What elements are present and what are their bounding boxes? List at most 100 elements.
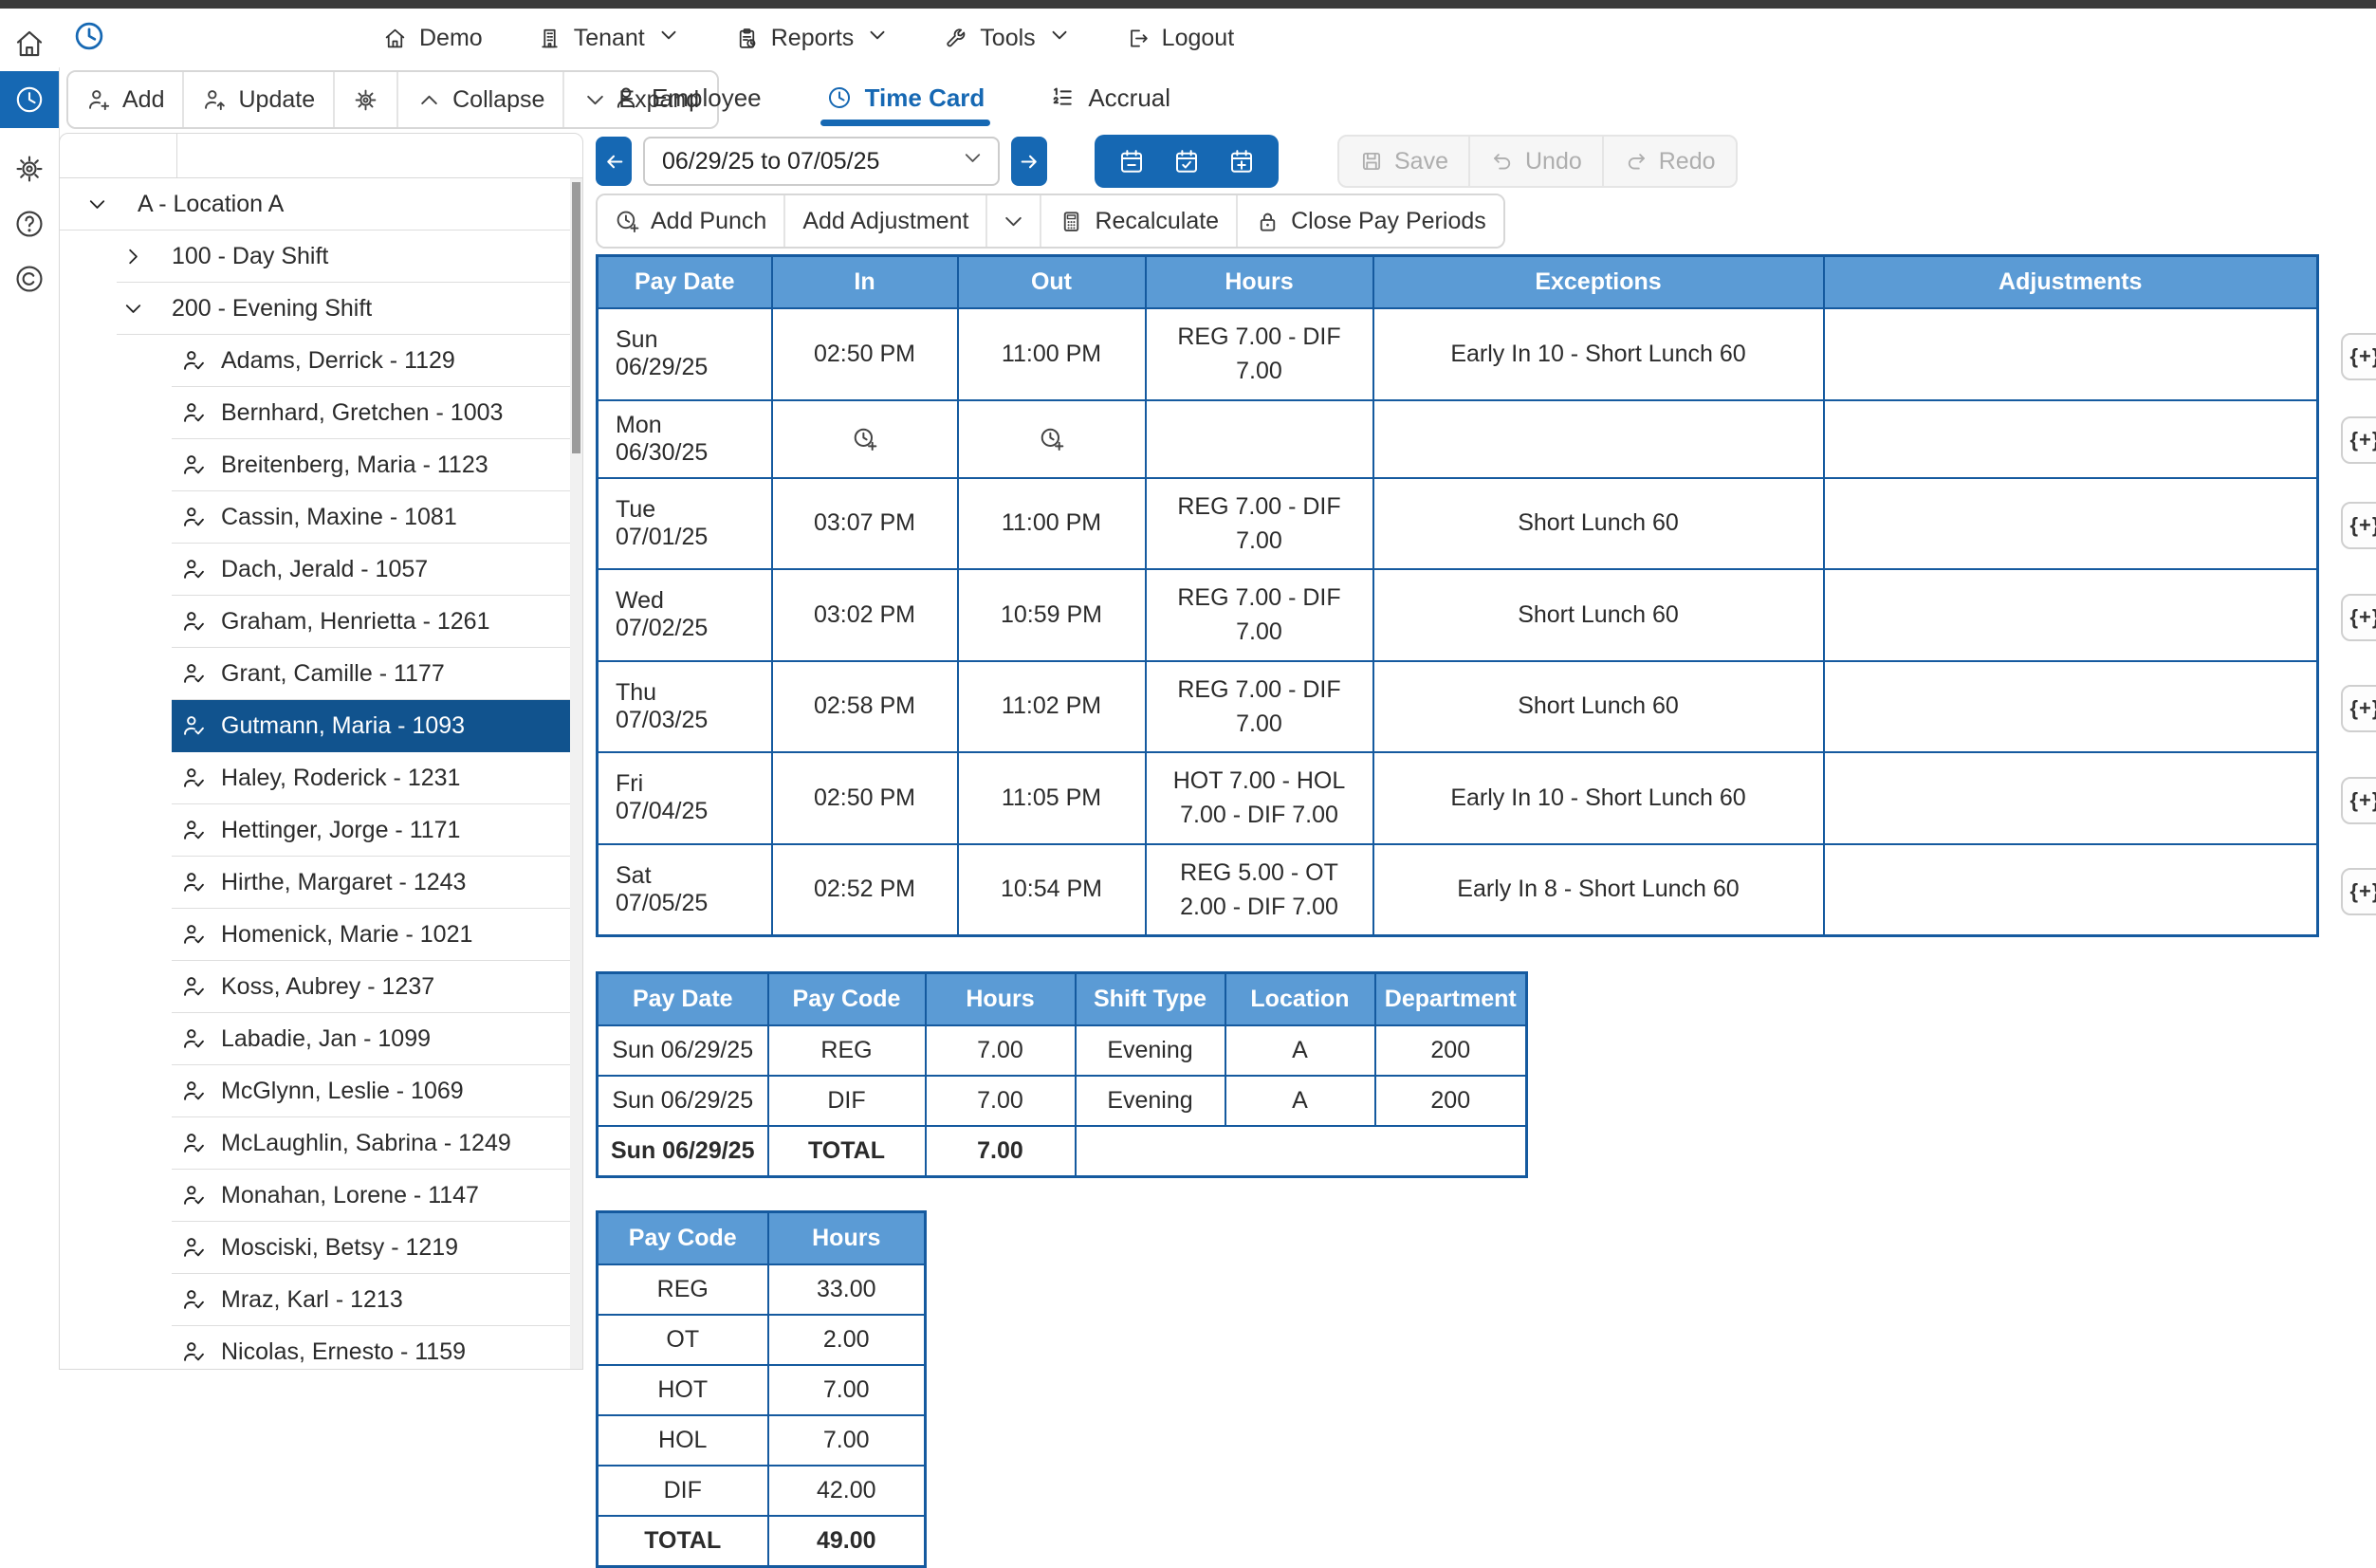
employee-item[interactable]: Gutmann, Maria - 1093 bbox=[172, 700, 570, 752]
redo-button[interactable]: Redo bbox=[1604, 137, 1736, 186]
rail-settings-button[interactable] bbox=[0, 141, 59, 196]
add-row-adjustment-button[interactable]: {+} bbox=[2341, 868, 2376, 915]
employee-item[interactable]: Graham, Henrietta - 1261 bbox=[172, 596, 570, 648]
tree-node-evening-shift[interactable]: 200 - Evening Shift bbox=[117, 283, 570, 335]
in-punch-cell[interactable]: 03:02 PM bbox=[772, 569, 958, 661]
rail-about-button[interactable] bbox=[0, 251, 59, 306]
chevron-right-icon[interactable] bbox=[117, 245, 149, 268]
in-punch-cell[interactable] bbox=[772, 400, 958, 478]
employee-item[interactable]: Hettinger, Jorge - 1171 bbox=[172, 804, 570, 857]
add-punch-icon-wrap[interactable] bbox=[1039, 425, 1065, 452]
add-row-adjustment-button[interactable]: {+} bbox=[2341, 594, 2376, 641]
close-pay-periods-button[interactable]: Close Pay Periods bbox=[1238, 195, 1503, 247]
employee-item[interactable]: Monahan, Lorene - 1147 bbox=[172, 1170, 570, 1222]
employee-item[interactable]: Nicolas, Ernesto - 1159 bbox=[172, 1326, 570, 1369]
employee-item[interactable]: Hirthe, Margaret - 1243 bbox=[172, 857, 570, 909]
in-punch-cell[interactable]: 02:50 PM bbox=[772, 752, 958, 844]
employee-item[interactable]: Cassin, Maxine - 1081 bbox=[172, 491, 570, 544]
day-detail-row[interactable]: Sun 06/29/25REG7.00EveningA200 bbox=[598, 1025, 1527, 1076]
calendar-check-icon[interactable] bbox=[1172, 147, 1201, 175]
employee-item[interactable]: Labadie, Jan - 1099 bbox=[172, 1013, 570, 1065]
employee-item[interactable]: Mosciski, Betsy - 1219 bbox=[172, 1222, 570, 1274]
summary-row[interactable]: REG33.00 bbox=[598, 1264, 926, 1315]
tree-scrollbar[interactable] bbox=[570, 178, 582, 1369]
summary-row[interactable]: HOT7.00 bbox=[598, 1365, 926, 1415]
in-punch-cell[interactable]: 02:58 PM bbox=[772, 661, 958, 753]
employee-item[interactable]: Bernhard, Gretchen - 1003 bbox=[172, 387, 570, 439]
timecard-row[interactable]: Tue07/01/2503:07 PM11:00 PMREG 7.00 - DI… bbox=[598, 478, 2318, 570]
employee-item[interactable]: Dach, Jerald - 1057 bbox=[172, 544, 570, 596]
employee-item[interactable]: McLaughlin, Sabrina - 1249 bbox=[172, 1117, 570, 1170]
undo-button[interactable]: Undo bbox=[1470, 137, 1604, 186]
nav-item-tools[interactable]: Tools bbox=[944, 24, 1070, 53]
tab-employee[interactable]: Employee bbox=[609, 83, 765, 113]
employee-item[interactable]: Grant, Camille - 1177 bbox=[172, 648, 570, 700]
tree-node-location[interactable]: A - Location A bbox=[60, 178, 570, 231]
employee-name: McGlynn, Leslie - 1069 bbox=[221, 1078, 464, 1105]
employee-item[interactable]: McGlynn, Leslie - 1069 bbox=[172, 1065, 570, 1117]
employee-item[interactable]: Mraz, Karl - 1213 bbox=[172, 1274, 570, 1326]
chevron-up-icon bbox=[416, 87, 442, 113]
recalculate-button[interactable]: Recalculate bbox=[1041, 195, 1238, 247]
summary-row[interactable]: OT2.00 bbox=[598, 1315, 926, 1365]
in-punch-cell[interactable]: 02:50 PM bbox=[772, 308, 958, 400]
previous-period-button[interactable] bbox=[596, 137, 632, 186]
employee-item[interactable]: Haley, Roderick - 1231 bbox=[172, 752, 570, 804]
employee-item[interactable]: Koss, Aubrey - 1237 bbox=[172, 961, 570, 1013]
add-adjustment-button[interactable]: Add Adjustment bbox=[785, 195, 987, 247]
add-row-adjustment-button[interactable]: {+} bbox=[2341, 333, 2376, 380]
nav-item-reports[interactable]: Reports bbox=[735, 24, 890, 53]
employee-item[interactable]: Homenick, Marie - 1021 bbox=[172, 909, 570, 961]
calendar-minus-icon[interactable] bbox=[1117, 147, 1146, 175]
summary-row[interactable]: DIF42.00 bbox=[598, 1466, 926, 1516]
chevron-down-icon[interactable] bbox=[81, 193, 113, 216]
nav-item-demo[interactable]: Demo bbox=[383, 25, 483, 52]
nav-item-tenant[interactable]: Tenant bbox=[538, 24, 680, 53]
employee-item[interactable]: Adams, Derrick - 1129 bbox=[172, 335, 570, 387]
timecard-row[interactable]: Thu07/03/2502:58 PM11:02 PMREG 7.00 - DI… bbox=[598, 661, 2318, 753]
add-adjustment-dropdown-button[interactable] bbox=[987, 195, 1041, 247]
summary-row[interactable]: HOL7.00 bbox=[598, 1415, 926, 1466]
chevron-down-icon[interactable] bbox=[117, 297, 149, 321]
timecard-row[interactable]: Sat07/05/2502:52 PM10:54 PMREG 5.00 - OT… bbox=[598, 844, 2318, 936]
in-punch-cell[interactable]: 02:52 PM bbox=[772, 844, 958, 936]
add-punch-button[interactable]: Add Punch bbox=[598, 195, 785, 247]
out-punch-cell[interactable]: 11:05 PM bbox=[958, 752, 1146, 844]
timecard-row[interactable]: Fri07/04/2502:50 PM11:05 PMHOT 7.00 - HO… bbox=[598, 752, 2318, 844]
add-row-adjustment-button[interactable]: {+} bbox=[2341, 416, 2376, 464]
pay-period-dropdown[interactable]: 06/29/25 to 07/05/25 bbox=[643, 137, 1000, 186]
out-punch-cell[interactable]: 11:00 PM bbox=[958, 308, 1146, 400]
timecard-row[interactable]: Wed07/02/2503:02 PM10:59 PMREG 7.00 - DI… bbox=[598, 569, 2318, 661]
out-punch-cell[interactable]: 11:00 PM bbox=[958, 478, 1146, 570]
out-punch-cell[interactable] bbox=[958, 400, 1146, 478]
in-punch-cell[interactable]: 03:07 PM bbox=[772, 478, 958, 570]
add-button[interactable]: Add bbox=[68, 72, 184, 127]
tree-settings-button[interactable] bbox=[335, 72, 398, 127]
day-label: Thu bbox=[616, 679, 674, 707]
calendar-plus-icon[interactable] bbox=[1227, 147, 1256, 175]
timecard-row[interactable]: Sun06/29/2502:50 PM11:00 PMREG 7.00 - DI… bbox=[598, 308, 2318, 400]
tab-accrual[interactable]: Accrual bbox=[1045, 83, 1174, 113]
add-punch-icon-wrap[interactable] bbox=[852, 425, 878, 452]
timecard-row[interactable]: Mon06/30/25 bbox=[598, 400, 2318, 478]
collapse-button[interactable]: Collapse bbox=[398, 72, 564, 127]
next-period-button[interactable] bbox=[1011, 137, 1047, 186]
add-row-adjustment-button[interactable]: {+} bbox=[2341, 502, 2376, 549]
tab-time-card[interactable]: Time Card bbox=[822, 83, 989, 113]
employee-item[interactable]: Breitenberg, Maria - 1123 bbox=[172, 439, 570, 491]
rail-home-button[interactable] bbox=[0, 16, 59, 71]
summary-cell: HOL bbox=[598, 1415, 768, 1466]
add-row-adjustment-button[interactable]: {+} bbox=[2341, 777, 2376, 824]
tree-node-day-shift[interactable]: 100 - Day Shift bbox=[117, 231, 570, 283]
nav-item-logout[interactable]: Logout bbox=[1126, 25, 1234, 52]
add-row-adjustment-button[interactable]: {+} bbox=[2341, 685, 2376, 732]
rail-timecard-button[interactable] bbox=[0, 71, 59, 128]
out-punch-cell[interactable]: 10:54 PM bbox=[958, 844, 1146, 936]
save-button[interactable]: Save bbox=[1339, 137, 1470, 186]
out-punch-cell[interactable]: 10:59 PM bbox=[958, 569, 1146, 661]
out-punch-cell[interactable]: 11:02 PM bbox=[958, 661, 1146, 753]
tree-scrollbar-thumb[interactable] bbox=[572, 182, 580, 453]
day-detail-row[interactable]: Sun 06/29/25DIF7.00EveningA200 bbox=[598, 1076, 1527, 1126]
update-button[interactable]: Update bbox=[184, 72, 335, 127]
rail-help-button[interactable] bbox=[0, 196, 59, 251]
